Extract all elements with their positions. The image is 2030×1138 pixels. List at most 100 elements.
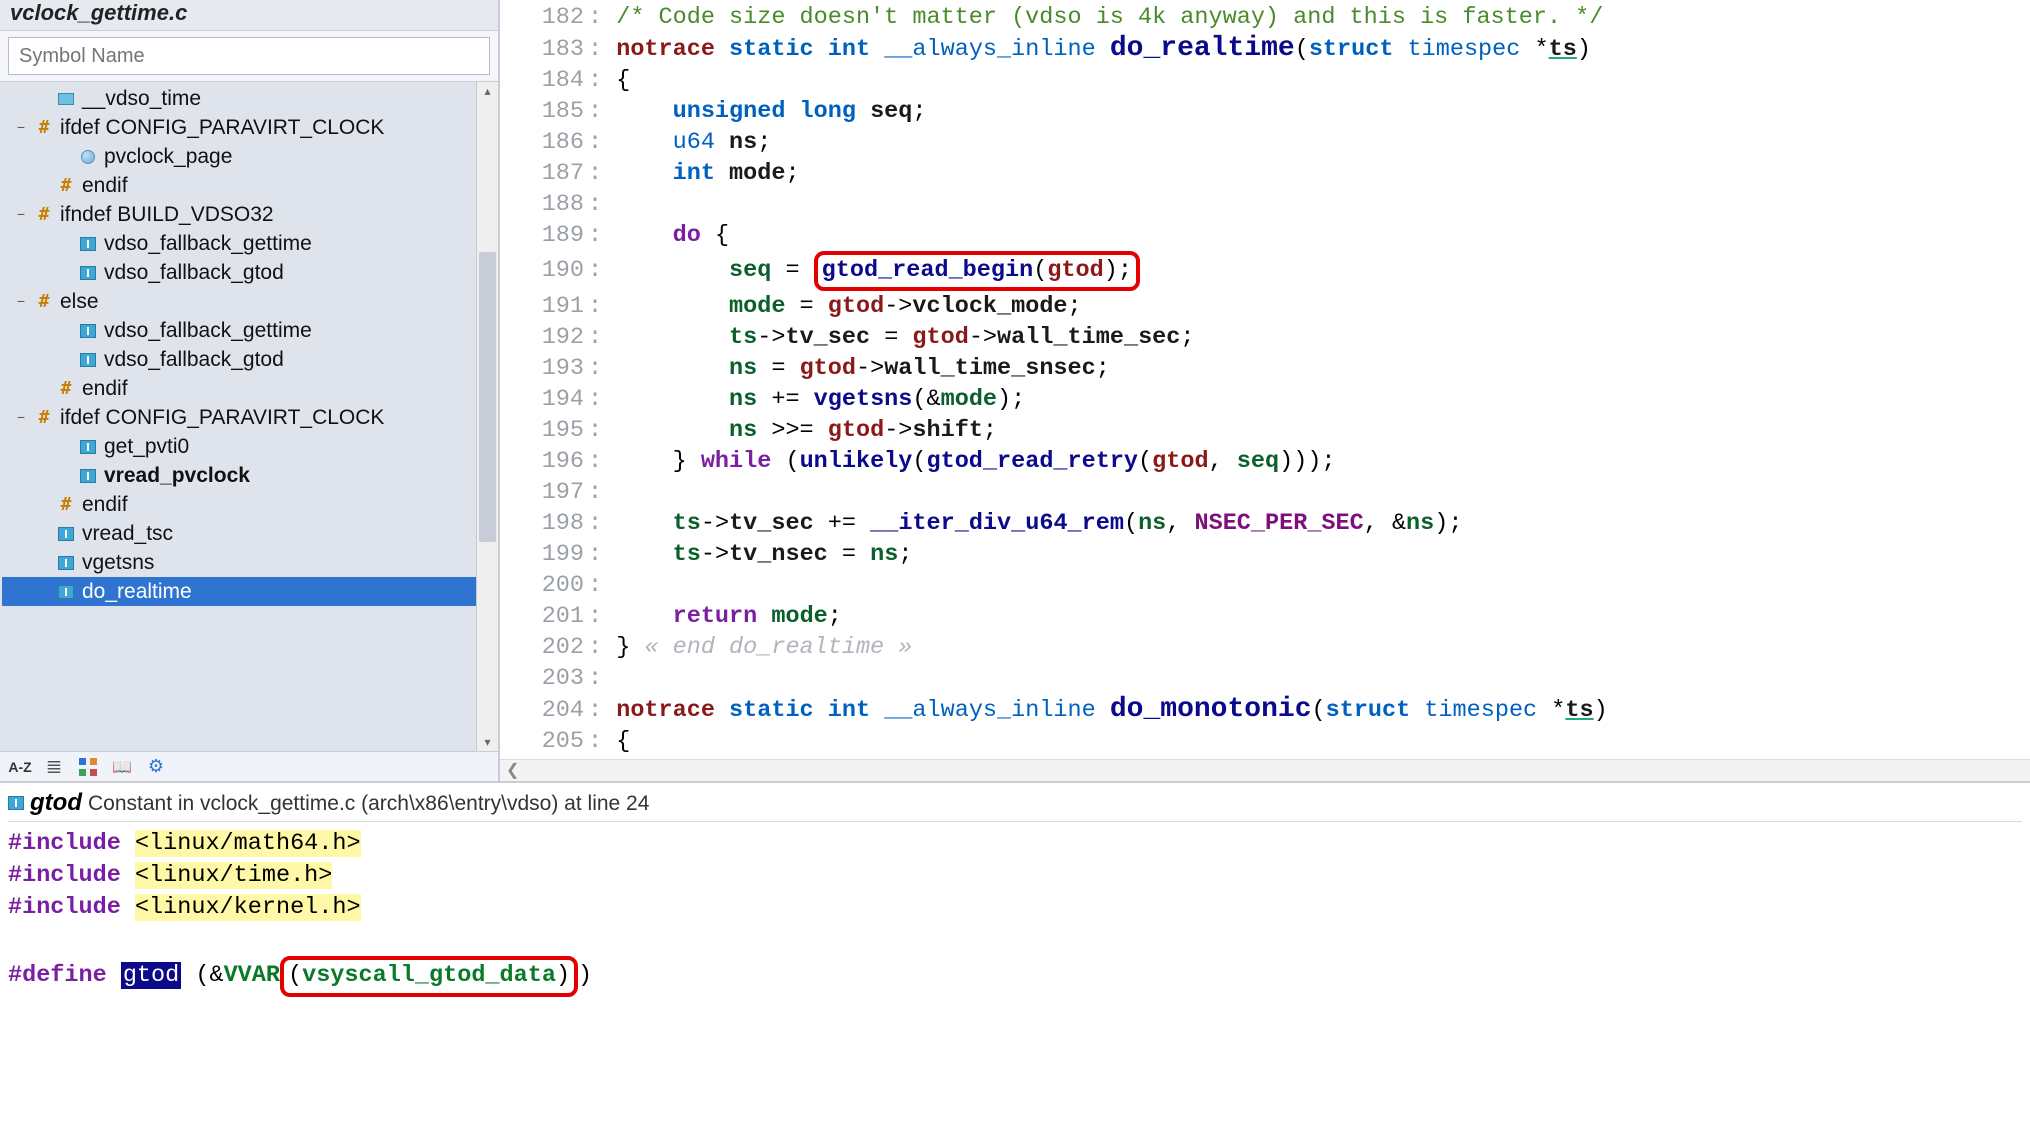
code-line[interactable]: 192: ts->tv_sec = gtod->wall_time_sec; xyxy=(516,322,2030,353)
struct-icon xyxy=(56,585,76,599)
scroll-down-icon[interactable]: ▾ xyxy=(477,735,498,749)
code-line[interactable]: 185: unsigned long seq; xyxy=(516,96,2030,127)
snippet-line[interactable]: #define gtod (&VVAR(vsyscall_gtod_data)) xyxy=(8,956,2022,997)
scroll-up-icon[interactable]: ▴ xyxy=(477,84,498,98)
collapse-icon[interactable]: − xyxy=(14,403,28,432)
tree-item-label: get_pvti0 xyxy=(104,432,189,461)
tree-item[interactable]: −#ifndef BUILD_VDSO32 xyxy=(2,200,476,229)
tree-item[interactable]: vread_tsc xyxy=(2,519,476,548)
code-line[interactable]: 202: } « end do_realtime » xyxy=(516,632,2030,663)
hash-icon: # xyxy=(34,113,54,142)
tree-item[interactable]: do_realtime xyxy=(2,577,476,606)
code-line[interactable]: 187: int mode; xyxy=(516,158,2030,189)
code-line[interactable]: 195: ns >>= gtod->shift; xyxy=(516,415,2030,446)
view-list-button[interactable] xyxy=(42,755,66,779)
snippet-line[interactable] xyxy=(8,924,2022,956)
hash-icon: # xyxy=(34,287,54,316)
tree-item-label: ifndef BUILD_VDSO32 xyxy=(60,200,274,229)
code-line[interactable]: 182: /* Code size doesn't matter (vdso i… xyxy=(516,2,2030,33)
tree-item[interactable]: #endif xyxy=(2,374,476,403)
code-line[interactable]: 200: xyxy=(516,570,2030,601)
sort-az-button[interactable]: A-Z xyxy=(8,755,32,779)
code-h-scrollbar[interactable] xyxy=(500,759,2030,781)
tree-item[interactable]: vgetsns xyxy=(2,548,476,577)
tree-item-label: endif xyxy=(82,490,128,519)
tree-item-label: vdso_fallback_gettime xyxy=(104,316,312,345)
code-line[interactable]: 204: notrace static int __always_inline … xyxy=(516,694,2030,726)
tree-item[interactable]: vdso_fallback_gettime xyxy=(2,316,476,345)
filter-icon xyxy=(79,758,97,776)
tree-item[interactable]: vread_pvclock xyxy=(2,461,476,490)
definition-snippet[interactable]: #include <linux/math64.h>#include <linux… xyxy=(8,828,2022,997)
code-line[interactable]: 194: ns += vgetsns(&mode); xyxy=(516,384,2030,415)
tree-item[interactable]: pvclock_page xyxy=(2,142,476,171)
tree-item[interactable]: −#else xyxy=(2,287,476,316)
line-number: 201 xyxy=(516,601,588,632)
sidebar-toolbar: A-Z xyxy=(0,751,498,781)
settings-button[interactable] xyxy=(144,755,168,779)
filter-button[interactable] xyxy=(76,755,100,779)
code-line[interactable]: 197: xyxy=(516,477,2030,508)
tree-item[interactable]: __vdso_time xyxy=(2,84,476,113)
tree-item-label: else xyxy=(60,287,99,316)
tree-item[interactable]: −#ifdef CONFIG_PARAVIRT_CLOCK xyxy=(2,113,476,142)
tree-item[interactable]: #endif xyxy=(2,171,476,200)
tree-item[interactable]: vdso_fallback_gtod xyxy=(2,258,476,287)
tree-item[interactable]: vdso_fallback_gettime xyxy=(2,229,476,258)
tree-item-label: __vdso_time xyxy=(82,84,201,113)
snippet-line[interactable]: #include <linux/math64.h> xyxy=(8,828,2022,860)
code-line[interactable]: 190: seq = gtod_read_begin(gtod); xyxy=(516,251,2030,291)
struct-icon xyxy=(78,324,98,338)
line-number: 191 xyxy=(516,291,588,322)
scroll-left-icon[interactable]: ❮ xyxy=(500,759,519,781)
code-line[interactable]: 191: mode = gtod->vclock_mode; xyxy=(516,291,2030,322)
code-line[interactable]: 186: u64 ns; xyxy=(516,127,2030,158)
code-line[interactable]: 199: ts->tv_nsec = ns; xyxy=(516,539,2030,570)
code-line[interactable]: 183: notrace static int __always_inline … xyxy=(516,33,2030,65)
tree-item[interactable]: vdso_fallback_gtod xyxy=(2,345,476,374)
symbol-tree[interactable]: __vdso_time−#ifdef CONFIG_PARAVIRT_CLOCK… xyxy=(0,82,476,751)
code-line[interactable]: 193: ns = gtod->wall_time_snsec; xyxy=(516,353,2030,384)
line-number: 204 xyxy=(516,695,588,726)
code-line[interactable]: 201: return mode; xyxy=(516,601,2030,632)
code-line[interactable]: 205: { xyxy=(516,726,2030,757)
code-line[interactable]: 188: xyxy=(516,189,2030,220)
tree-item-label: endif xyxy=(82,171,128,200)
line-number: 202 xyxy=(516,632,588,663)
code-editor[interactable]: 182: /* Code size doesn't matter (vdso i… xyxy=(500,0,2030,781)
tree-scrollbar[interactable]: ▴ ▾ xyxy=(476,82,498,751)
snippet-line[interactable]: #include <linux/time.h> xyxy=(8,860,2022,892)
struct-icon xyxy=(78,440,98,454)
struct-icon xyxy=(56,556,76,570)
tree-item-label: vdso_fallback_gettime xyxy=(104,229,312,258)
tree-item[interactable]: get_pvti0 xyxy=(2,432,476,461)
definition-symbol[interactable]: gtod xyxy=(30,789,82,817)
reference-button[interactable] xyxy=(110,755,134,779)
symbol-search-input[interactable] xyxy=(8,37,490,75)
struct-icon xyxy=(56,527,76,541)
line-number: 183 xyxy=(516,34,588,65)
code-line[interactable]: 203: xyxy=(516,663,2030,694)
code-line[interactable]: 198: ts->tv_sec += __iter_div_u64_rem(ns… xyxy=(516,508,2030,539)
scroll-thumb[interactable] xyxy=(479,252,496,542)
code-line[interactable]: 196: } while (unlikely(gtod_read_retry(g… xyxy=(516,446,2030,477)
tree-item[interactable]: #endif xyxy=(2,490,476,519)
collapse-icon[interactable]: − xyxy=(14,113,28,142)
snippet-line[interactable]: #include <linux/kernel.h> xyxy=(8,892,2022,924)
code-line[interactable]: 189: do { xyxy=(516,220,2030,251)
line-number: 200 xyxy=(516,570,588,601)
tree-item-label: vread_pvclock xyxy=(104,461,250,490)
hash-icon: # xyxy=(56,171,76,200)
tree-item-label: endif xyxy=(82,374,128,403)
tree-item-label: vread_tsc xyxy=(82,519,173,548)
collapse-icon[interactable]: − xyxy=(14,287,28,316)
line-number: 187 xyxy=(516,158,588,189)
line-number: 186 xyxy=(516,127,588,158)
tree-item[interactable]: −#ifdef CONFIG_PARAVIRT_CLOCK xyxy=(2,403,476,432)
line-number: 193 xyxy=(516,353,588,384)
line-number: 205 xyxy=(516,726,588,757)
hash-icon: # xyxy=(56,490,76,519)
collapse-icon[interactable]: − xyxy=(14,200,28,229)
line-number: 198 xyxy=(516,508,588,539)
code-line[interactable]: 184: { xyxy=(516,65,2030,96)
